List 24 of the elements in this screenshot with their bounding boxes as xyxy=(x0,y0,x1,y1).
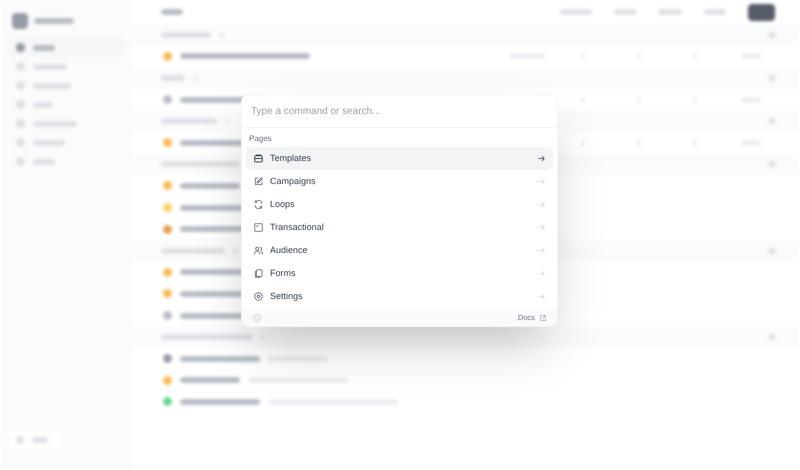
search-field[interactable]: Type a command or search... xyxy=(242,95,557,128)
command-item[interactable]: Campaigns xyxy=(246,170,553,193)
arrow-right-icon xyxy=(537,246,546,255)
tray-icon xyxy=(253,153,264,164)
arrow-right-icon xyxy=(537,269,546,278)
command-item[interactable]: Templates xyxy=(246,147,553,170)
users-icon xyxy=(253,245,264,256)
command-item[interactable]: Forms xyxy=(246,262,553,285)
documents-icon xyxy=(253,268,264,279)
group-label: Pages xyxy=(249,133,272,145)
window-icon xyxy=(253,222,264,233)
arrow-right-icon xyxy=(537,292,546,301)
arrow-right-icon xyxy=(537,223,546,232)
arrow-right-icon xyxy=(537,154,546,163)
gear-icon xyxy=(253,291,264,302)
arrow-right-icon xyxy=(537,200,546,209)
pencil-square-icon xyxy=(253,176,264,187)
command-item[interactable]: Transactional xyxy=(246,216,553,239)
refresh-icon xyxy=(253,199,264,210)
circle-logo-icon xyxy=(252,313,262,323)
command-item[interactable]: Loops xyxy=(246,193,553,216)
external-link-icon xyxy=(539,314,547,322)
arrow-right-icon xyxy=(537,177,546,186)
command-item[interactable]: Settings xyxy=(246,285,553,308)
